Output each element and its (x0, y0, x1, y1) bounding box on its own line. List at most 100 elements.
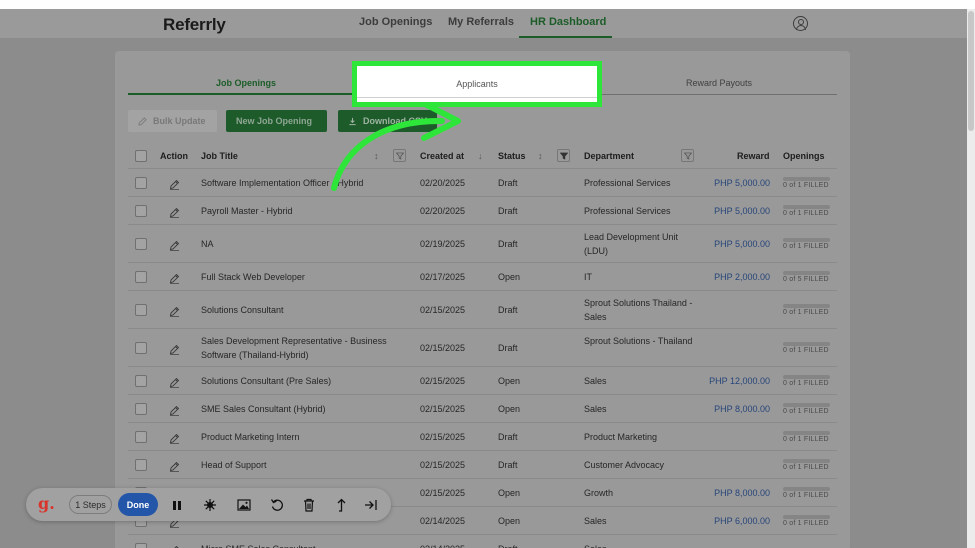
edit-icon[interactable] (169, 205, 180, 223)
filter-status-icon[interactable] (557, 149, 570, 162)
tab-job-openings[interactable]: Job Openings (128, 78, 364, 88)
created-at: 02/19/2025 (420, 239, 466, 249)
openings-progress-bar (783, 177, 830, 181)
job-title[interactable]: Product Marketing Intern (201, 430, 416, 444)
edit-icon (138, 116, 147, 126)
department: Sales (584, 542, 704, 548)
table-row[interactable]: Product Marketing Intern 02/15/2025 Draft P… (128, 422, 837, 450)
job-title[interactable]: NA (201, 237, 416, 251)
done-button[interactable]: Done (118, 493, 158, 516)
row-checkbox[interactable] (135, 271, 147, 283)
table-row[interactable]: Sales Development Representative - Busin… (128, 328, 837, 366)
status: Open (498, 516, 521, 526)
edit-icon[interactable] (169, 403, 180, 421)
pause-icon[interactable] (168, 496, 186, 514)
row-checkbox[interactable] (135, 238, 147, 250)
skip-to-end-icon[interactable] (362, 496, 380, 514)
new-job-opening-label: New Job Opening (236, 116, 313, 126)
job-title[interactable]: Solutions Consultant (201, 303, 416, 317)
edit-icon[interactable] (169, 238, 180, 256)
openings-progress-bar (783, 238, 830, 242)
reward: PHP 2,000.00 (714, 272, 770, 282)
reward: PHP 5,000.00 (714, 206, 770, 216)
job-title[interactable]: Payroll Master - Hybrid (201, 204, 416, 218)
openings-progress-bar (783, 403, 830, 407)
recorder-logo[interactable]: g. (38, 494, 55, 513)
edit-icon[interactable] (169, 177, 180, 195)
openings-filled: 0 of 1 FILLED (783, 380, 829, 387)
edit-icon[interactable] (169, 271, 180, 289)
edit-icon[interactable] (169, 342, 180, 360)
trash-icon[interactable] (300, 496, 318, 514)
app-logo[interactable]: Referrly (163, 15, 226, 35)
status: Draft (498, 460, 518, 470)
openings-filled: 0 of 1 FILLED (783, 408, 829, 415)
openings-progress-bar (783, 342, 830, 346)
openings-filled: 0 of 1 FILLED (783, 347, 829, 354)
department: Sprout Solutions Thailand - Sales (584, 298, 693, 322)
move-up-icon[interactable] (333, 496, 351, 514)
profile-icon[interactable] (793, 16, 808, 31)
created-at: 02/15/2025 (420, 404, 466, 414)
edit-icon[interactable] (169, 304, 180, 322)
reward: PHP 8,000.00 (714, 404, 770, 414)
col-status[interactable]: Status (498, 151, 526, 161)
job-title[interactable]: Head of Support (201, 458, 416, 472)
table-row[interactable]: Solutions Consultant 02/15/2025 Draft Sprou… (128, 290, 837, 328)
select-all-checkbox[interactable] (135, 150, 147, 162)
created-at: 02/15/2025 (420, 460, 466, 470)
job-title[interactable]: Micro SME Sales Consultant (201, 542, 416, 548)
row-checkbox[interactable] (135, 403, 147, 415)
new-job-opening-button[interactable]: New Job Opening (226, 110, 327, 132)
col-job-title[interactable]: Job Title (201, 151, 238, 161)
job-title[interactable]: Full Stack Web Developer (201, 270, 416, 284)
nav-job-openings[interactable]: Job Openings (359, 16, 432, 28)
row-checkbox[interactable] (135, 205, 147, 217)
nav-hr-dashboard[interactable]: HR Dashboard (530, 16, 606, 28)
openings-filled: 0 of 1 FILLED (783, 520, 829, 527)
reward: PHP 6,000.00 (714, 516, 770, 526)
openings-filled: 0 of 1 FILLED (783, 436, 829, 443)
bulk-update-button[interactable]: Bulk Update (128, 110, 217, 132)
row-checkbox[interactable] (135, 459, 147, 471)
scrollbar-thumb[interactable] (968, 11, 974, 131)
row-checkbox[interactable] (135, 304, 147, 316)
tab-applicants[interactable]: Applicants (357, 79, 597, 89)
table-row[interactable]: NA 02/19/2025 Draft Lead Development Unit (… (128, 224, 837, 262)
sort-status-icon[interactable]: ↕ (538, 151, 543, 161)
steps-counter[interactable]: 1 Steps (69, 495, 112, 514)
filter-department-icon[interactable] (681, 149, 694, 162)
row-checkbox[interactable] (135, 375, 147, 387)
status: Draft (498, 305, 518, 315)
table-row[interactable]: Head of Support 02/15/2025 Draft Customer A… (128, 450, 837, 478)
reward: PHP 8,000.00 (714, 488, 770, 498)
edit-icon[interactable] (169, 543, 180, 548)
table-row[interactable]: Full Stack Web Developer 02/17/2025 Open IT… (128, 262, 837, 290)
job-title[interactable]: SME Sales Consultant (Hybrid) (201, 402, 416, 416)
undo-icon[interactable] (268, 496, 286, 514)
edit-icon[interactable] (169, 459, 180, 477)
edit-icon[interactable] (169, 431, 180, 449)
tab-reward-payouts[interactable]: Reward Payouts (601, 78, 837, 88)
blur-icon[interactable] (201, 496, 219, 514)
row-checkbox[interactable] (135, 543, 147, 548)
openings-progress-bar (783, 271, 830, 275)
page-scrollbar[interactable] (967, 9, 975, 548)
department: Product Marketing (584, 432, 658, 442)
status: Open (498, 404, 521, 414)
nav-my-referrals[interactable]: My Referrals (448, 16, 514, 28)
table-row[interactable]: Micro SME Sales Consultant 02/14/2025 Draf… (128, 534, 837, 548)
status: Draft (498, 239, 518, 249)
table-row[interactable]: SME Sales Consultant (Hybrid) 02/15/2025 O… (128, 394, 837, 422)
edit-icon[interactable] (169, 375, 180, 393)
image-icon[interactable] (235, 496, 253, 514)
row-checkbox[interactable] (135, 177, 147, 189)
page-backdrop: Referrly Job Openings My Referrals HR Da… (0, 9, 967, 548)
applicants-tab-highlight[interactable]: Applicants (352, 61, 602, 107)
table-row[interactable]: Solutions Consultant (Pre Sales) 02/15/20… (128, 366, 837, 394)
row-checkbox[interactable] (135, 431, 147, 443)
job-title[interactable]: Solutions Consultant (Pre Sales) (201, 374, 416, 388)
col-department[interactable]: Department (584, 151, 634, 161)
job-title[interactable]: Sales Development Representative - Busin… (201, 334, 416, 362)
row-checkbox[interactable] (135, 342, 147, 354)
